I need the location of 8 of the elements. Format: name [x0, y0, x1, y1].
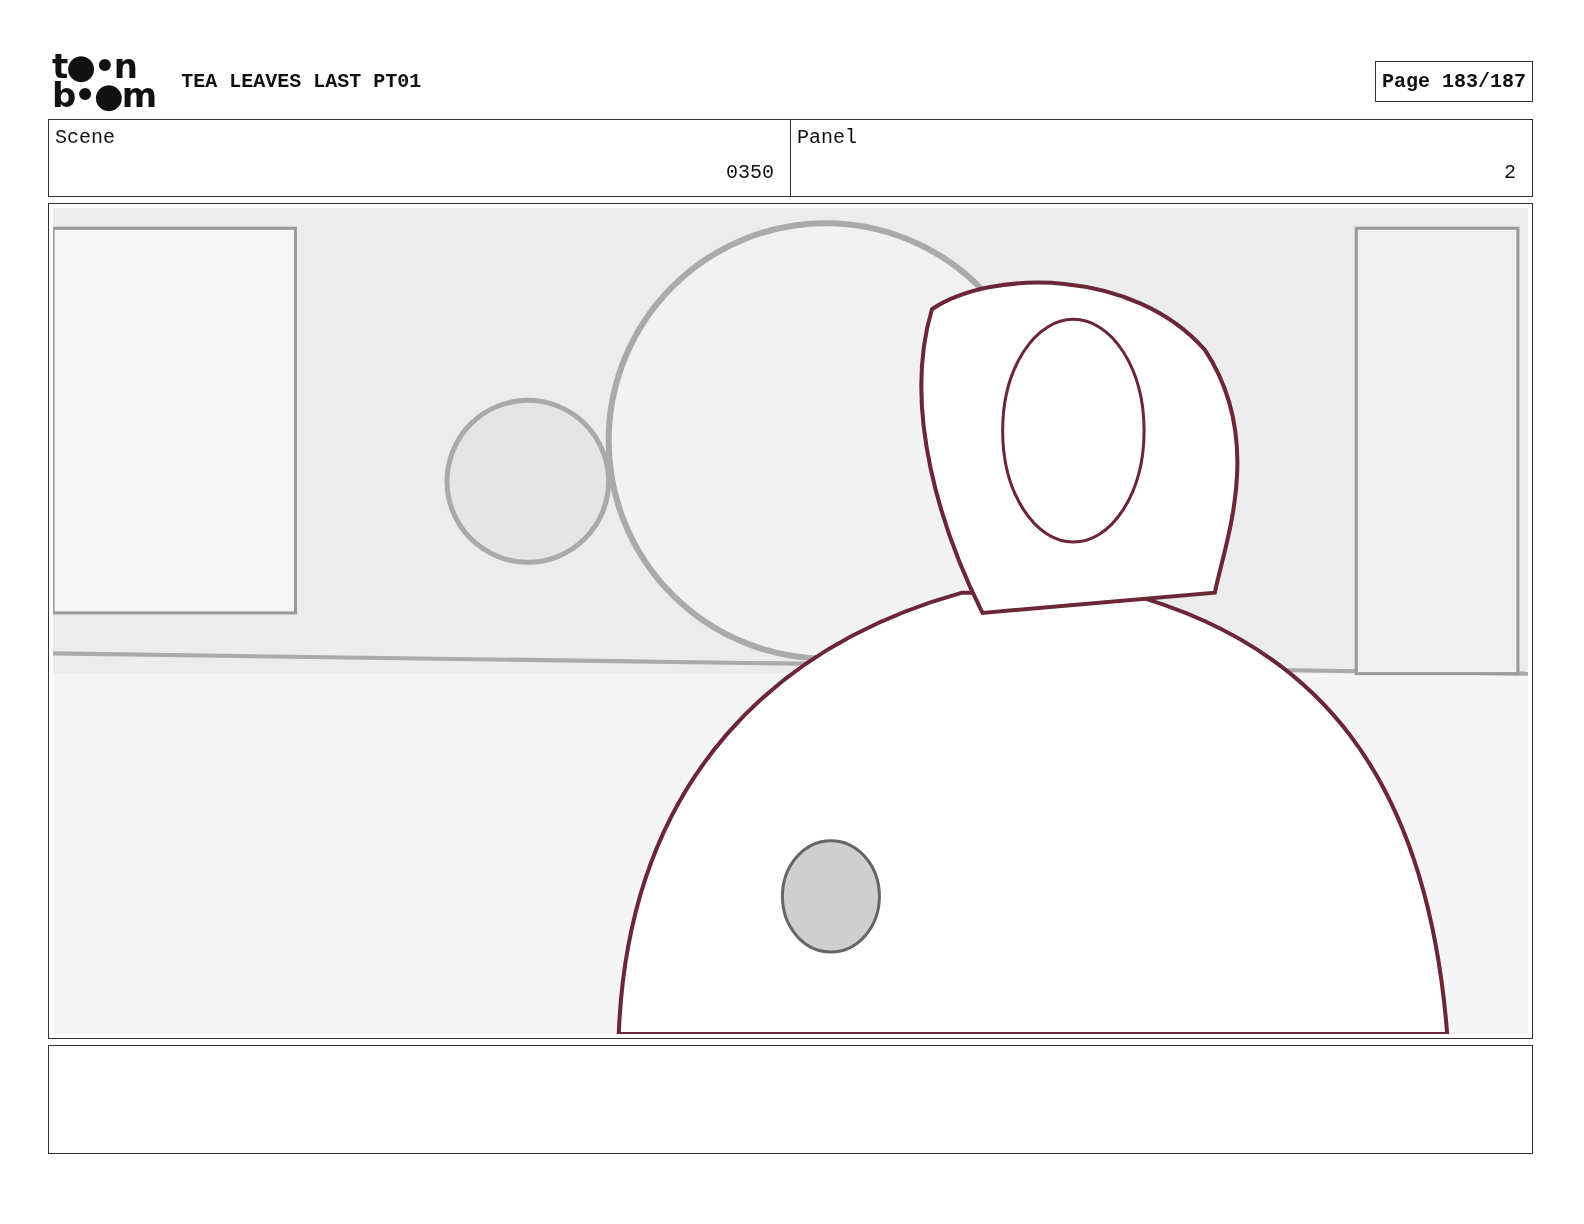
storyboard-title: TEA LEAVES LAST PT01 — [181, 69, 423, 93]
logo-text: t●•n — [52, 52, 136, 81]
field-value: 2 — [1504, 161, 1516, 184]
logo-text: b•●m — [52, 81, 156, 110]
field-value: 0350 — [726, 161, 774, 184]
field-label: Scene — [55, 126, 115, 149]
field-label: Panel — [797, 126, 857, 149]
page-number: Page 183/187 — [1374, 60, 1533, 102]
